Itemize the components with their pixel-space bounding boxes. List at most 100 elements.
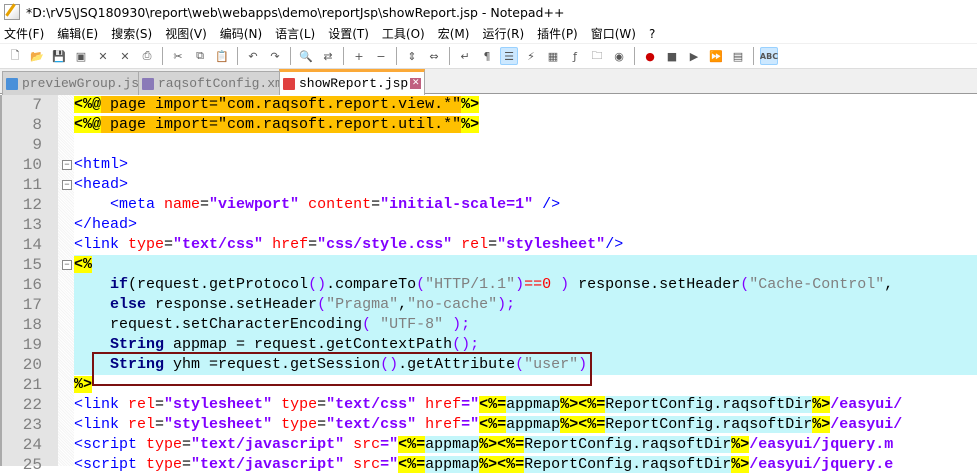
cut-button[interactable]: ✂ xyxy=(169,47,187,65)
code-line: 17 else response.setHeader("Pragma","no-… xyxy=(2,295,977,315)
code-editor[interactable]: 7 <%@ page import="com.raqsoft.report.vie… xyxy=(0,95,977,474)
code-line: 18 request.setCharacterEncoding( "UTF-8"… xyxy=(2,315,977,335)
zoom-in-button[interactable]: + xyxy=(350,47,368,65)
toolbar-separator xyxy=(237,47,238,65)
code-token: type xyxy=(272,416,318,433)
save-all-button[interactable]: ▣ xyxy=(72,47,90,65)
code-line: 25 <script type="text/javascript" src="<%… xyxy=(2,455,977,475)
fold-toggle-icon[interactable]: − xyxy=(62,180,72,190)
menu-item[interactable]: 设置(T) xyxy=(328,25,369,42)
replace-button[interactable]: ⇄ xyxy=(319,47,337,65)
find-button[interactable]: 🔍 xyxy=(297,47,315,65)
code-token: "initial-scale=1" xyxy=(380,196,534,213)
code-token: = xyxy=(371,196,381,213)
code-token: appmap xyxy=(425,436,480,453)
code-token: %> xyxy=(74,376,93,393)
code-token: ( xyxy=(740,276,750,293)
save-macro-icon: ▤ xyxy=(732,49,744,63)
monitor-button[interactable]: ◉ xyxy=(610,47,628,65)
code-token: <%= xyxy=(398,436,426,453)
line-number: 22 xyxy=(22,396,42,414)
print-button[interactable]: ⎙ xyxy=(138,47,156,65)
menu-item[interactable]: 语言(L) xyxy=(275,25,315,42)
menu-item[interactable]: ? xyxy=(649,27,655,41)
save-button[interactable]: 💾 xyxy=(50,47,68,65)
paste-icon: 📋 xyxy=(215,49,229,63)
code-token: ( xyxy=(317,296,327,313)
code-token: ); xyxy=(443,316,471,333)
udl-button[interactable]: ⚡ xyxy=(522,47,540,65)
line-number: 17 xyxy=(22,296,42,314)
play-multi-button[interactable]: ⏩ xyxy=(707,47,725,65)
code-token: "stylesheet" xyxy=(164,416,273,433)
copy-button[interactable]: ⧉ xyxy=(191,47,209,65)
fold-toggle-icon[interactable]: − xyxy=(62,160,72,170)
code-line: 16 if(request.getProtocol().compareTo("H… xyxy=(2,275,977,295)
record-button[interactable]: ● xyxy=(641,47,659,65)
menu-item[interactable]: 运行(R) xyxy=(482,25,524,42)
menu-item[interactable]: 文件(F) xyxy=(4,25,44,42)
sync-v-button[interactable]: ⇕ xyxy=(403,47,421,65)
code-token: String xyxy=(110,336,165,353)
new-button[interactable]: 🗋 xyxy=(6,47,24,65)
open-button[interactable]: 📂 xyxy=(28,47,46,65)
folder-button[interactable]: 🗀 xyxy=(588,47,606,65)
code-token: (request.getProtocol xyxy=(128,276,309,293)
code-token: %><%= xyxy=(479,456,525,473)
menu-item[interactable]: 编码(N) xyxy=(220,25,262,42)
line-number: 15 xyxy=(22,256,42,274)
wrap-button[interactable]: ↵ xyxy=(456,47,474,65)
open-icon: 📂 xyxy=(30,49,44,63)
indent-guide-button[interactable]: ☰ xyxy=(500,47,518,65)
code-line: 13 </head> xyxy=(2,215,977,235)
code-token: "UTF-8" xyxy=(380,316,444,333)
fold-toggle-icon[interactable]: − xyxy=(62,260,72,270)
sync-h-button[interactable]: ⇔ xyxy=(425,47,443,65)
code-text: <% xyxy=(74,255,977,275)
code-text: <script type="text/javascript" src="<%=a… xyxy=(74,455,977,475)
redo-button[interactable]: ↷ xyxy=(266,47,284,65)
code-token: = xyxy=(200,196,210,213)
zoom-out-button[interactable]: − xyxy=(372,47,390,65)
undo-button[interactable]: ↶ xyxy=(244,47,262,65)
play-icon: ▶ xyxy=(689,49,699,63)
close-tab-icon[interactable]: ✕ xyxy=(410,78,422,89)
code-line: 11 − <head> xyxy=(2,175,977,195)
line-number: 24 xyxy=(22,436,42,454)
code-token: <%@ xyxy=(74,96,102,113)
menu-item[interactable]: 工具(O) xyxy=(382,25,425,42)
menu-item[interactable]: 窗口(W) xyxy=(591,25,636,42)
menu-item[interactable]: 插件(P) xyxy=(537,25,578,42)
line-number: 23 xyxy=(22,416,42,434)
code-token: "Cache-Control" xyxy=(749,276,885,293)
code-token: = xyxy=(317,396,327,413)
new-icon: 🗋 xyxy=(10,48,20,62)
code-token: "viewport" xyxy=(209,196,300,213)
close-button[interactable]: ✕ xyxy=(94,47,112,65)
spellcheck-button[interactable]: ABC xyxy=(760,47,778,65)
play-button[interactable]: ▶ xyxy=(685,47,703,65)
stop-button[interactable]: ■ xyxy=(663,47,681,65)
code-token: "stylesheet" xyxy=(497,236,606,253)
code-token: ReportConfig.raqsoftDir xyxy=(524,436,732,453)
close-all-button[interactable]: ✕ xyxy=(116,47,134,65)
func-list-button[interactable]: ƒ xyxy=(566,47,584,65)
code-token: <% xyxy=(74,256,93,273)
code-text: <html> xyxy=(74,155,977,175)
menu-item[interactable]: 编辑(E) xyxy=(57,25,98,42)
menu-item[interactable]: 视图(V) xyxy=(165,25,207,42)
save-macro-button[interactable]: ▤ xyxy=(729,47,747,65)
tab-showreport-jsp[interactable]: showReport.jsp ✕ xyxy=(279,69,426,95)
menu-item[interactable]: 搜索(S) xyxy=(111,25,152,42)
code-token: </head> xyxy=(74,216,138,233)
menu-item[interactable]: 宏(M) xyxy=(438,25,470,42)
code-text: if(request.getProtocol().compareTo("HTTP… xyxy=(74,275,977,295)
paste-button[interactable]: 📋 xyxy=(213,47,231,65)
doc-map-icon: ▦ xyxy=(547,49,559,63)
show-all-button[interactable]: ¶ xyxy=(478,47,496,65)
line-number: 9 xyxy=(32,136,42,154)
code-token: <script xyxy=(74,456,147,473)
code-token: %> xyxy=(461,116,480,133)
doc-map-button[interactable]: ▦ xyxy=(544,47,562,65)
